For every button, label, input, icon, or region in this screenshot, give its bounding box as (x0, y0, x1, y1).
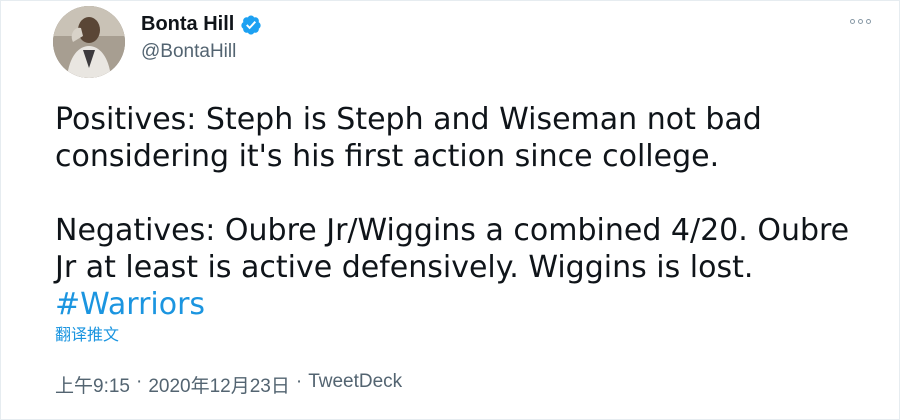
more-dot (850, 19, 855, 24)
tweet-text: Positives: Steph is Steph and Wiseman no… (55, 101, 875, 323)
tweet-card: Bonta Hill @BontaHill Positives: Steph i… (0, 0, 900, 420)
author-handle[interactable]: @BontaHill (141, 41, 236, 63)
meta-separator: · (135, 371, 143, 392)
more-dot (858, 19, 863, 24)
more-options-icon[interactable] (844, 13, 877, 30)
translate-tweet-link[interactable]: 翻译推文 (55, 321, 119, 345)
tweet-meta: 上午9:15 · 2020年12月23日 · TweetDeck (55, 371, 402, 398)
meta-separator: · (295, 371, 303, 392)
author-name-row: Bonta Hill (141, 13, 262, 36)
tweet-time[interactable]: 上午9:15 (55, 371, 130, 398)
verified-badge-icon (240, 14, 262, 36)
hashtag-link[interactable]: #Warriors (55, 287, 205, 322)
avatar-image (53, 6, 125, 78)
tweet-source-link[interactable]: TweetDeck (308, 371, 402, 398)
tweet-date[interactable]: 2020年12月23日 (148, 371, 290, 398)
tweet-paragraph-negatives: Negatives: Oubre Jr/Wiggins a combined 4… (55, 212, 875, 323)
more-dot (866, 19, 871, 24)
author-display-name[interactable]: Bonta Hill (141, 13, 234, 36)
tweet-paragraph-negatives-text: Negatives: Oubre Jr/Wiggins a combined 4… (55, 213, 850, 285)
avatar[interactable] (53, 6, 125, 78)
tweet-paragraph-positives: Positives: Steph is Steph and Wiseman no… (55, 102, 762, 174)
